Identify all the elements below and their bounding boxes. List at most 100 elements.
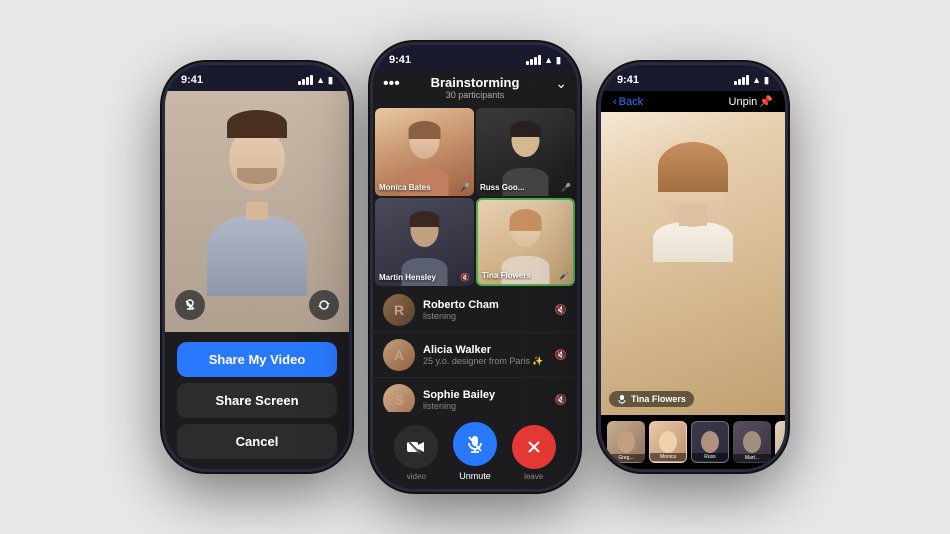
- thumb-label-tir: Tir...: [775, 454, 785, 462]
- thumb-item-monica[interactable]: Monica: [649, 421, 687, 463]
- chevron-down-icon[interactable]: ⌄: [555, 75, 567, 92]
- avatar-roberto: R: [383, 294, 415, 326]
- wifi-icon-2: ▲: [544, 55, 553, 65]
- thumb-item-greg[interactable]: Greg...: [607, 421, 645, 463]
- leave-control[interactable]: leave: [512, 425, 556, 481]
- thumb-item-tir[interactable]: Tir...: [775, 421, 785, 463]
- thumb-item-russ[interactable]: Russ: [691, 421, 729, 463]
- battery-icon: ▮: [328, 75, 333, 86]
- back-button[interactable]: ‹ Back: [613, 96, 643, 108]
- phones-container: 9:41 ▲ ▮: [142, 22, 808, 512]
- call-controls: video Unmute leave: [373, 412, 577, 489]
- video-label-tina: Tina Flowers: [482, 271, 531, 280]
- mic-icon-monica: 🎤: [460, 183, 470, 192]
- video-label-martin: Martin Hensley: [379, 273, 436, 282]
- pinned-header: ‹ Back Unpin 📌: [601, 91, 785, 112]
- participant-info-sophie: Sophie Bailey listening: [423, 389, 547, 411]
- battery-icon-3: ▮: [764, 75, 769, 86]
- thumbnail-strip: Greg... Monica Russ: [601, 415, 785, 469]
- share-video-button[interactable]: Share My Video: [177, 342, 337, 377]
- participant-list: R Roberto Cham listening 🔇 A Alicia Walk…: [373, 288, 577, 412]
- call-header: ••• Brainstorming 30 participants ⌄: [373, 71, 577, 106]
- call-subtitle: 30 participants: [431, 90, 520, 100]
- notch-2: [430, 45, 520, 67]
- video-control[interactable]: video: [394, 425, 438, 481]
- status-icons-1: ▲ ▮: [298, 75, 333, 86]
- mic-icon-russ: 🎤: [561, 183, 571, 192]
- video-cell-russ: Russ Goo... 🎤: [476, 108, 575, 196]
- chevron-left-icon: ‹: [613, 96, 617, 108]
- avatar-sophie: S: [383, 384, 415, 412]
- thumb-label-russ: Russ: [692, 453, 728, 461]
- participant-name-roberto: Roberto Cham: [423, 299, 547, 311]
- video-cell-tina: Tina Flowers 🎤: [476, 198, 575, 286]
- back-label: Back: [619, 96, 643, 108]
- mute-control[interactable]: Unmute: [453, 422, 497, 481]
- signal-icon-3: [734, 75, 749, 85]
- video-preview: [165, 91, 349, 332]
- unmute-label: Unmute: [459, 471, 491, 481]
- time-3: 9:41: [617, 74, 639, 86]
- notch-3: [648, 65, 738, 87]
- signal-icon-2: [526, 55, 541, 65]
- participant-info-roberto: Roberto Cham listening: [423, 299, 547, 321]
- status-icons-3: ▲ ▮: [734, 75, 769, 86]
- video-label: video: [407, 472, 426, 481]
- mic-icon-tina: 🎤: [559, 271, 569, 280]
- participant-info-alicia: Alicia Walker 25 y.o. designer from Pari…: [423, 344, 547, 367]
- participant-item-alicia[interactable]: A Alicia Walker 25 y.o. designer from Pa…: [373, 333, 577, 378]
- participant-item-sophie[interactable]: S Sophie Bailey listening 🔇: [373, 378, 577, 412]
- unpin-button[interactable]: Unpin 📌: [729, 95, 773, 108]
- video-cell-martin: Martin Hensley 🔇: [375, 198, 474, 286]
- mic-status-alicia: 🔇: [555, 350, 567, 361]
- video-label-monica: Monica Bates: [379, 183, 431, 192]
- phone3-content: ‹ Back Unpin 📌 Tin: [601, 91, 785, 469]
- video-grid: Monica Bates 🎤 Russ Goo... 🎤: [373, 106, 577, 288]
- mute-button[interactable]: [453, 422, 497, 466]
- thumb-label-greg: Greg...: [607, 454, 645, 462]
- time-1: 9:41: [181, 74, 203, 86]
- leave-button[interactable]: [512, 425, 556, 469]
- mic-status-roberto: 🔇: [555, 305, 567, 316]
- call-title: Brainstorming: [431, 75, 520, 90]
- video-cell-monica: Monica Bates 🎤: [375, 108, 474, 196]
- wifi-icon: ▲: [316, 75, 325, 85]
- time-2: 9:41: [389, 54, 411, 66]
- video-label-russ: Russ Goo...: [480, 183, 524, 192]
- participant-status-roberto: listening: [423, 311, 547, 321]
- pinned-name-badge: Tina Flowers: [609, 391, 694, 407]
- wifi-icon-3: ▲: [752, 75, 761, 85]
- pin-icon: 📌: [759, 95, 773, 108]
- thumb-label-mart: Mart...: [733, 454, 771, 462]
- action-buttons: Share My Video Share Screen Cancel: [165, 332, 349, 469]
- phone-3: 9:41 ▲ ▮ ‹ Back Unpin 📌: [598, 62, 788, 472]
- phone-1: 9:41 ▲ ▮: [162, 62, 352, 472]
- cancel-button[interactable]: Cancel: [177, 424, 337, 459]
- participant-status-alicia: 25 y.o. designer from Paris ✨: [423, 356, 547, 367]
- participant-name-sophie: Sophie Bailey: [423, 389, 547, 401]
- participant-status-sophie: listening: [423, 401, 547, 411]
- flip-camera-button[interactable]: [309, 290, 339, 320]
- pinned-name: Tina Flowers: [631, 394, 686, 404]
- mic-status-sophie: 🔇: [555, 395, 567, 406]
- phone2-content: ••• Brainstorming 30 participants ⌄ Moni…: [373, 71, 577, 489]
- unpin-label: Unpin: [729, 96, 758, 108]
- participant-name-alicia: Alicia Walker: [423, 344, 547, 356]
- mic-icon-martin: 🔇: [460, 273, 470, 282]
- more-options-button[interactable]: •••: [383, 75, 400, 93]
- phone-2: 9:41 ▲ ▮ ••• Brainstorming 30 participan…: [370, 42, 580, 492]
- notch-1: [212, 65, 302, 87]
- pinned-video: Tina Flowers: [601, 112, 785, 415]
- status-icons-2: ▲ ▮: [526, 55, 561, 66]
- avatar-alicia: A: [383, 339, 415, 371]
- battery-icon-2: ▮: [556, 55, 561, 66]
- signal-icon: [298, 75, 313, 85]
- leave-label: leave: [524, 472, 543, 481]
- share-screen-button[interactable]: Share Screen: [177, 383, 337, 418]
- thumb-label-monica: Monica: [650, 453, 686, 461]
- participant-item-roberto[interactable]: R Roberto Cham listening 🔇: [373, 288, 577, 333]
- phone1-content: Share My Video Share Screen Cancel: [165, 91, 349, 469]
- thumb-item-mart[interactable]: Mart...: [733, 421, 771, 463]
- mute-button-small[interactable]: [175, 290, 205, 320]
- video-button[interactable]: [394, 425, 438, 469]
